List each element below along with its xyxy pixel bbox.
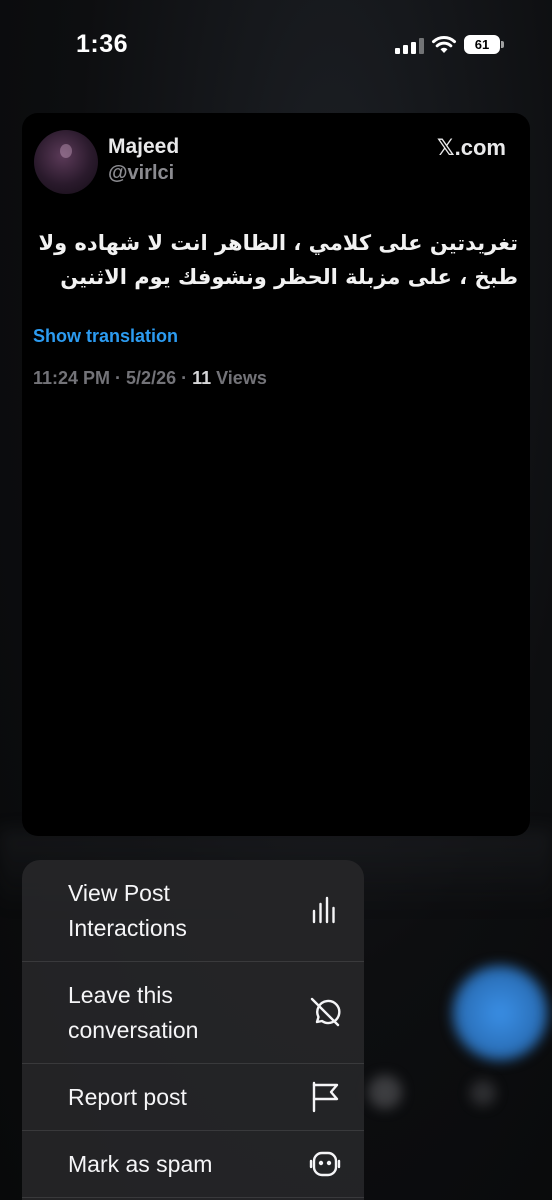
post-text-line-1: تغريدتين على كلامي ، الظاهر انت لا شهاده… [38, 231, 518, 255]
menu-item-label: View Post Interactions [68, 876, 187, 946]
menu-item-label-line-2: Interactions [68, 915, 187, 941]
battery-level: 61 [474, 37, 490, 52]
post-text: تغريدتين على كلامي ، الظاهر انت لا شهاده… [38, 226, 518, 294]
menu-item-label-line-1: Leave this [68, 982, 173, 1008]
x-logo-icon: 𝕏 [436, 136, 455, 161]
status-bar: 1:36 61 [0, 0, 552, 90]
views-label: Views [211, 368, 267, 388]
screen: 1:36 61 Majeed @virlci 𝕏.com تغريدتين عل… [0, 0, 552, 1200]
bar-chart-icon [312, 896, 335, 924]
background-icon-blur [368, 1075, 402, 1109]
author-name[interactable]: Majeed [108, 135, 179, 159]
mute-conversation-icon [310, 997, 341, 1027]
battery-tip [501, 41, 504, 48]
flag-icon [312, 1081, 339, 1113]
menu-item-leave-conversation[interactable]: Leave this conversation [22, 962, 364, 1064]
context-menu: View Post Interactions Leave this conver… [22, 860, 364, 1200]
background-icon-blur-2 [470, 1080, 496, 1106]
post-card: Majeed @virlci 𝕏.com تغريدتين على كلامي … [22, 113, 530, 836]
cellular-signal-icon [395, 38, 425, 54]
x-com-brand: 𝕏.com [437, 135, 506, 161]
menu-item-label: Leave this conversation [68, 978, 198, 1048]
robot-icon [309, 1151, 341, 1177]
views-count: 11 [192, 368, 212, 388]
show-translation-link[interactable]: Show translation [33, 326, 178, 347]
menu-item-mark-as-spam[interactable]: Mark as spam [22, 1131, 364, 1198]
menu-item-label-line-1: View Post [68, 880, 170, 906]
post-meta: 11:24 PM · 5/2/26 · 11 Views [33, 368, 267, 389]
wifi-icon [432, 36, 456, 53]
post-timestamp: 11:24 PM · 5/2/26 · [33, 368, 193, 388]
menu-item-label: Report post [68, 1084, 187, 1110]
status-time: 1:36 [76, 30, 129, 58]
avatar[interactable] [34, 130, 98, 194]
menu-item-label-line-2: conversation [68, 1017, 199, 1043]
menu-item-report-post[interactable]: Report post [22, 1064, 364, 1131]
background-blue-button-blur [452, 965, 548, 1061]
brand-domain: .com [454, 135, 506, 160]
menu-item-view-post-interactions[interactable]: View Post Interactions [22, 860, 364, 962]
author-handle[interactable]: @virlci [108, 162, 174, 185]
post-text-line-2: طبخ ، على مزبلة الحظر ونشوفك يوم الاثنين [60, 265, 518, 289]
battery-icon: 61 [464, 35, 500, 54]
menu-item-label: Mark as spam [68, 1151, 213, 1177]
